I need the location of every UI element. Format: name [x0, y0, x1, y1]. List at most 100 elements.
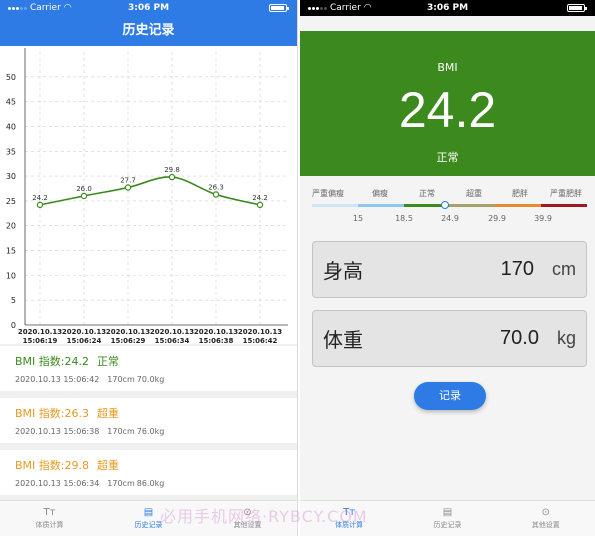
bmi-result-panel: BMI 24.2 正常 [300, 31, 595, 176]
y-tick-label: 40 [6, 122, 16, 131]
tab-label: 体质计算 [335, 520, 364, 529]
bmi-title: BMI 指数:29.8 [15, 459, 89, 472]
bmi-label: BMI [437, 61, 458, 74]
chart-svg: 0510152025303540455024.22020.10.1315:06:… [6, 48, 288, 344]
tab-label: 体质计算 [35, 520, 64, 529]
weight-label: 体重 [323, 328, 363, 352]
tab-calc[interactable]: Tт 体质计算 [300, 501, 398, 536]
tab-label: 历史记录 [134, 520, 163, 529]
record-weight: 86.0kg [136, 479, 165, 488]
record-datetime: 2020.10.13 15:06:38 [15, 427, 100, 436]
scale-tick: 18.5 [395, 214, 413, 223]
scale-segment [541, 204, 587, 207]
scale-segment [495, 204, 542, 207]
record-datetime: 2020.10.13 15:06:42 [15, 375, 100, 384]
nav-title: 历史记录 [0, 16, 297, 46]
tab-history[interactable]: ▤ 历史记录 [398, 501, 496, 536]
scale-segment [312, 204, 358, 207]
bmi-status: 正常 [436, 151, 459, 164]
bmi-title: BMI 指数:26.3 [15, 407, 89, 420]
data-point [168, 173, 176, 181]
bmi-scale-labels: 严重偏瘦 偏瘦 正常 超重 肥胖 严重肥胖 [308, 188, 587, 200]
card-title-row: BMI 指数:24.2 正常 [15, 353, 282, 369]
card-detail-row: 2020.10.13 15:06:38 170cm 76.0kg [15, 427, 282, 436]
scale-segment [449, 204, 496, 207]
record-height: 170cm [107, 427, 135, 436]
status-time: 3:06 PM [127, 3, 170, 13]
bmi-status: 正常 [96, 355, 119, 368]
height-unit: cm [552, 259, 576, 279]
scale-label: 严重肥胖 [550, 189, 582, 198]
data-point [36, 201, 44, 209]
bmi-scale-ticks: 15 18.5 24.9 29.9 39.9 [308, 214, 587, 226]
card-detail-row: 2020.10.13 15:06:34 170cm 86.0kg [15, 479, 282, 488]
x-tick-label: 2020.10.13 [238, 328, 282, 336]
battery-icon [269, 4, 289, 12]
bmi-status: 超重 [96, 407, 119, 420]
x-tick-label: 15:06:19 [23, 337, 58, 344]
tab-settings[interactable]: ⊙ 其他设置 [198, 501, 297, 536]
status-bar: Carrier ◠ 3:06 PM [300, 0, 595, 16]
y-tick-label: 5 [11, 296, 16, 305]
data-point [212, 191, 220, 198]
tab-history[interactable]: ▤ 历史记录 [99, 501, 198, 536]
weight-unit: kg [556, 328, 576, 348]
tab-label: 其他设置 [531, 520, 560, 529]
record-height: 170cm [107, 479, 135, 488]
scale-label: 偏瘦 [372, 189, 388, 198]
record-weight: 76.0kg [136, 427, 165, 436]
x-tick-label: 2020.10.13 [18, 328, 62, 336]
data-label: 29.8 [164, 166, 180, 174]
bmi-scale-marker [441, 201, 449, 209]
y-tick-label: 30 [6, 172, 16, 181]
scale-tick: 39.9 [534, 214, 552, 223]
x-tick-label: 15:06:29 [111, 337, 146, 344]
history-card[interactable]: BMI 指数:24.2 正常 2020.10.13 15:06:42 170cm… [0, 346, 297, 391]
scale-tick: 15 [352, 214, 364, 223]
x-tick-label: 2020.10.13 [194, 328, 238, 336]
scale-label: 严重偏瘦 [312, 189, 344, 198]
x-tick-label: 15:06:38 [199, 337, 234, 344]
height-value[interactable]: 170 [501, 258, 534, 281]
y-tick-label: 15 [6, 247, 16, 256]
y-tick-label: 10 [6, 271, 16, 280]
scale-label: 肥胖 [512, 189, 528, 198]
record-button[interactable]: 记录 [414, 382, 486, 410]
calc-icon: Tт [43, 506, 56, 518]
data-point [124, 184, 132, 191]
tab-label: 其他设置 [233, 520, 262, 529]
tab-calc[interactable]: Tт 体质计算 [0, 501, 99, 536]
scale-segment [357, 204, 404, 207]
data-label: 26.0 [76, 185, 92, 193]
weight-field[interactable]: 体重 70.0 kg [312, 310, 587, 367]
y-tick-label: 35 [6, 147, 16, 156]
record-height: 170cm [107, 375, 135, 384]
y-tick-label: 20 [6, 222, 16, 231]
scale-label: 正常 [419, 189, 435, 198]
weight-value[interactable]: 70.0 [500, 327, 539, 350]
height-field[interactable]: 身高 170 cm [312, 241, 587, 298]
y-tick-label: 25 [6, 197, 16, 206]
data-label: 24.2 [32, 194, 48, 202]
battery-icon [567, 4, 587, 12]
status-time: 3:06 PM [426, 3, 469, 13]
bmi-scale-bar [312, 204, 587, 207]
history-screen: Carrier ◠ 3:06 PM 历史记录 0 5 10 15 20 25 30 35 40 4… [0, 0, 298, 536]
tab-settings[interactable]: ⊙ 其他设置 [497, 501, 595, 536]
data-point [80, 192, 88, 200]
record-datetime: 2020.10.13 15:06:34 [15, 479, 100, 488]
x-tick-label: 15:06:42 [243, 337, 278, 344]
data-label: 27.7 [120, 177, 136, 185]
history-card[interactable]: BMI 指数:29.8 超重 2020.10.13 15:06:34 170cm… [0, 450, 297, 495]
history-card[interactable]: BMI 指数:26.3 超重 2020.10.13 15:06:38 170cm… [0, 398, 297, 443]
history-icon: ▤ [442, 506, 453, 518]
data-label: 26.3 [208, 183, 224, 191]
tab-bar: Tт 体质计算 ▤ 历史记录 ⊙ 其他设置 [0, 500, 297, 536]
y-tick-label: 45 [6, 98, 16, 107]
x-tick-label: 15:06:24 [67, 337, 102, 344]
bmi-status: 超重 [96, 459, 119, 472]
tab-bar: Tт 体质计算 ▤ 历史记录 ⊙ 其他设置 [300, 500, 595, 536]
calculator-screen: Carrier ◠ 3:06 PM BMI 24.2 正常 严重偏瘦 偏瘦 正常… [300, 0, 595, 536]
record-weight: 70.0kg [136, 375, 165, 384]
scale-tick: 24.9 [441, 214, 459, 223]
